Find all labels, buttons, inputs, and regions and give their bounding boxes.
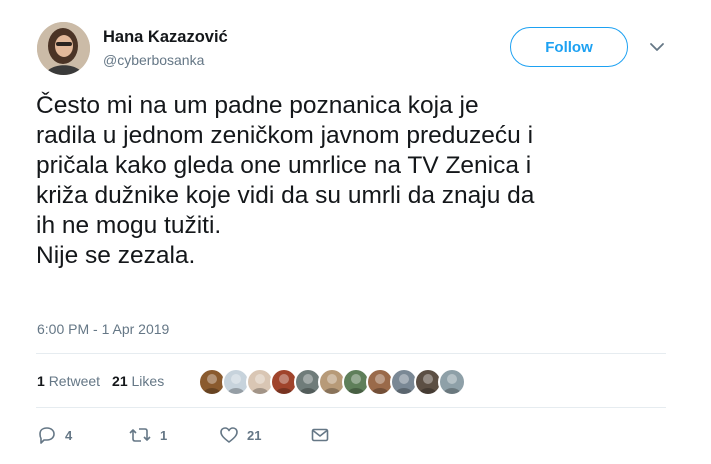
retweet-count: 1 [160,427,168,443]
tweet-timestamp[interactable]: 6:00 PM - 1 Apr 2019 [37,321,169,337]
user-display-name[interactable]: Hana Kazazović [103,28,228,47]
tweet-text: Često mi na um padne poznanica koja je r… [36,92,535,269]
envelope-icon [311,428,329,442]
likes-stat[interactable]: 21 Likes [112,373,164,389]
follow-button[interactable]: Follow [510,27,628,67]
divider [36,407,666,408]
reply-button[interactable]: 4 [37,425,72,445]
user-handle[interactable]: @cyberbosanka [103,52,204,68]
retweets-label: Retweet [48,373,101,389]
reply-count: 4 [65,427,73,443]
retweets-count: 1 [37,373,45,389]
likes-label: Likes [131,373,165,389]
direct-message-button[interactable] [310,425,330,445]
like-button[interactable]: 21 [219,425,261,445]
retweets-stat[interactable]: 1 Retweet [37,373,100,389]
like-count: 21 [247,427,262,443]
liker-avatar[interactable] [438,368,466,396]
divider [36,353,666,354]
heart-icon [220,427,238,443]
chevron-down-icon[interactable] [648,40,666,54]
tweet-stats: 1 Retweet 21 Likes [37,373,164,389]
profile-avatar[interactable] [37,22,90,75]
retweet-button[interactable]: 1 [128,425,167,445]
retweet-icon [129,428,151,442]
likes-count: 21 [112,373,128,389]
tweet-actions: 4 1 21 [37,425,357,447]
reply-icon [39,427,55,444]
